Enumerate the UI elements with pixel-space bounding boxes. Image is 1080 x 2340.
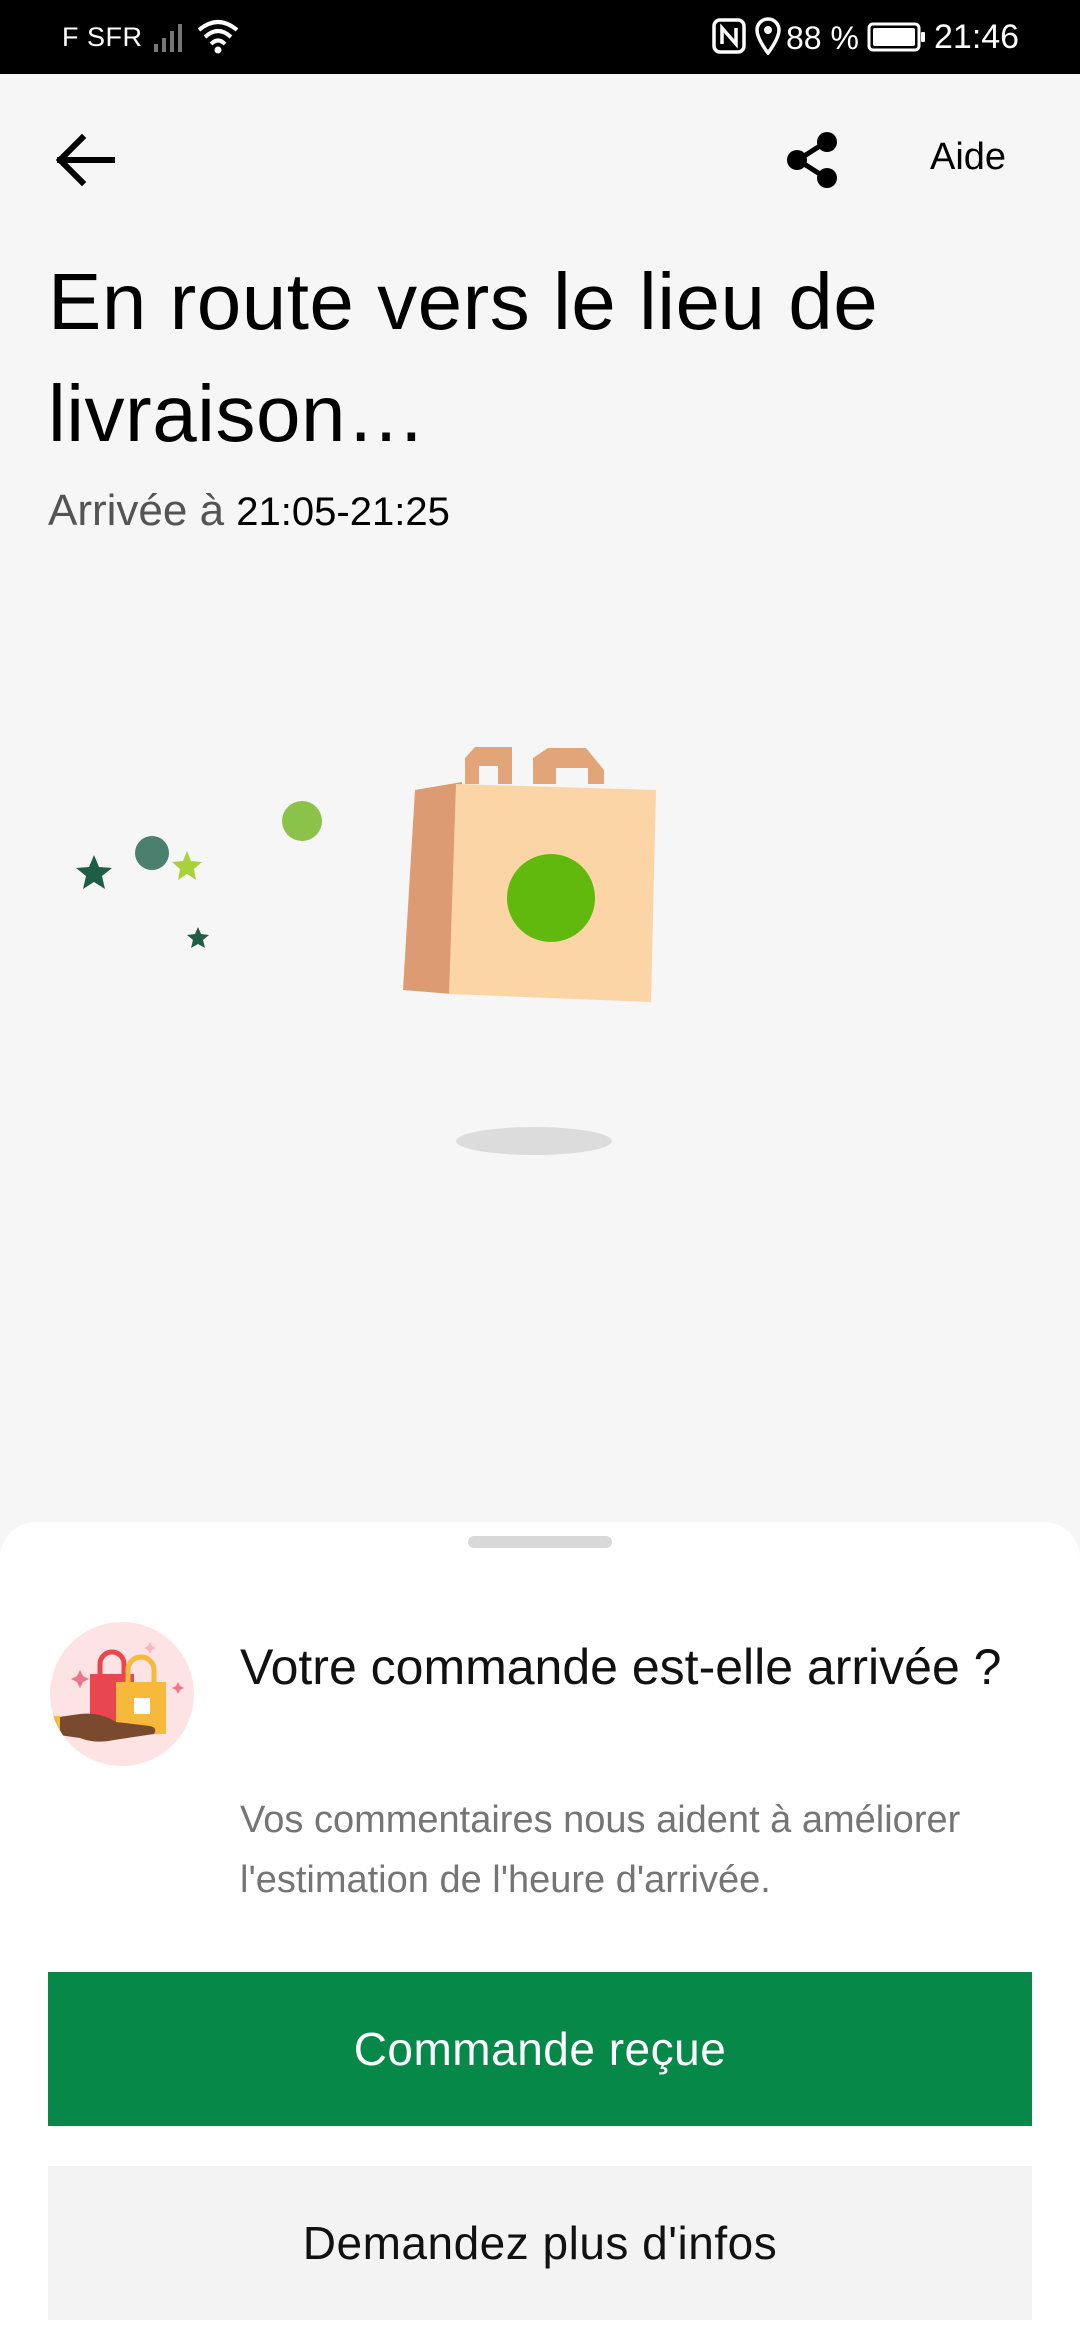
back-button[interactable]	[44, 124, 124, 196]
status-bar: F SFR 88 % 21:46	[0, 0, 1080, 74]
sheet-drag-handle[interactable]	[468, 1536, 612, 1548]
arrival-window: 21:05-21:25	[236, 490, 450, 534]
delivery-illustration	[0, 700, 1080, 1180]
feedback-hint: Vos commentaires nous aident à améliorer…	[240, 1799, 961, 1901]
dot-green	[282, 801, 322, 841]
wifi-icon	[196, 16, 240, 61]
star-dark-small	[187, 927, 209, 948]
signal-icon	[152, 18, 190, 59]
share-button[interactable]	[776, 124, 848, 196]
order-received-button[interactable]: Commande reçue	[48, 1972, 1032, 2126]
battery-icon	[867, 22, 927, 57]
page-title: En route vers le lieu de livraison…	[48, 257, 879, 458]
share-icon	[787, 132, 837, 188]
arrival-prefix: Arrivée à	[48, 486, 237, 535]
star-light	[172, 851, 202, 880]
shopping-bag-icon	[403, 747, 656, 1002]
clock: 21:46	[934, 18, 1020, 56]
battery-percent: 88 %	[786, 20, 859, 56]
feedback-question: Votre commande est-elle arrivée ?	[240, 1639, 1002, 1695]
arrival-info: Arrivée à 21:05-21:25	[48, 486, 450, 536]
more-info-button[interactable]: Demandez plus d'infos	[48, 2166, 1032, 2320]
arrow-left-icon	[55, 133, 115, 187]
help-link[interactable]: Aide	[930, 136, 1006, 179]
carrier-label: F SFR	[62, 22, 143, 52]
dot-gray-green	[135, 836, 169, 870]
bottom-sheet: Votre commande est-elle arrivée ? Vos co…	[0, 1522, 1080, 2340]
star-dark-large	[76, 855, 112, 889]
bag-shadow	[456, 1127, 612, 1155]
location-icon	[754, 17, 782, 60]
delivery-bag-icon	[50, 1622, 194, 1766]
nfc-icon	[712, 18, 746, 59]
